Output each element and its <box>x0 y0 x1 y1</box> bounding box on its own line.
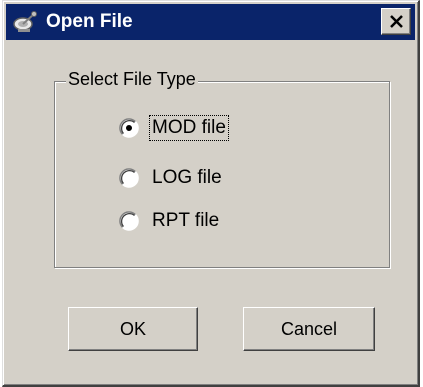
groupbox-legend: Select File Type <box>66 68 198 90</box>
title-bar[interactable]: Open File <box>6 4 415 40</box>
radio-label-log: LOG file <box>152 167 222 188</box>
close-icon <box>390 15 403 28</box>
radio-button-icon[interactable] <box>119 211 139 231</box>
radio-button-icon[interactable] <box>119 118 139 138</box>
radio-label-rpt: RPT file <box>152 210 220 231</box>
radio-label-mod: MOD file <box>149 115 229 141</box>
open-file-dialog: Open File Select File Type MOD file LOG … <box>2 0 420 387</box>
window-title: Open File <box>46 11 133 32</box>
cancel-button[interactable]: Cancel <box>243 307 375 351</box>
radio-mod-file[interactable]: MOD file <box>119 114 229 142</box>
radio-rpt-file[interactable]: RPT file <box>119 207 222 235</box>
satellite-dish-icon <box>12 10 40 34</box>
radio-button-icon[interactable] <box>119 168 139 188</box>
close-button[interactable] <box>381 8 411 35</box>
radio-log-file[interactable]: LOG file <box>119 164 225 192</box>
ok-button[interactable]: OK <box>68 307 198 351</box>
